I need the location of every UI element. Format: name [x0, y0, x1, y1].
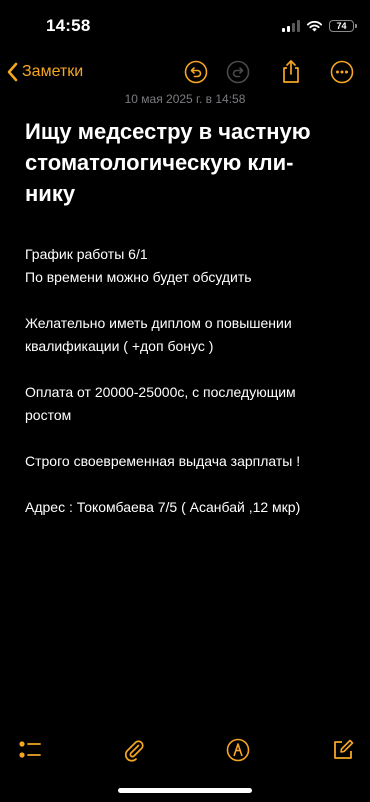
markup-pen-icon [226, 738, 250, 762]
note-body-blank-line [25, 427, 350, 450]
note-body-line: Желательно иметь диплом о повышении [25, 315, 292, 331]
more-button[interactable] [328, 58, 356, 86]
note-date: 10 мая 2025 г. в 14:58 [124, 92, 246, 106]
note-title[interactable]: Ищу медсестру в частную стоматологическу… [25, 116, 350, 209]
back-button[interactable]: Заметки [6, 58, 83, 86]
checklist-icon [19, 741, 41, 758]
navigation-bar: Заметки [0, 52, 370, 92]
undo-icon [184, 60, 208, 84]
note-body-blank-line [25, 289, 350, 312]
redo-button[interactable] [224, 58, 252, 86]
battery-level: 74 [336, 20, 347, 31]
status-time: 14:58 [46, 16, 91, 35]
cellular-signal-icon [282, 20, 300, 32]
share-icon [283, 60, 299, 83]
wifi-icon [306, 20, 323, 32]
note-body-line: ростом [25, 407, 72, 423]
note-body-line: График работы 6/1 [25, 246, 148, 262]
note-body-blank-line [25, 358, 350, 381]
note-body-line: квалификации ( +доп бонус ) [25, 338, 214, 354]
note-body-line: По времени можно будет обсудить [25, 269, 252, 285]
note-body-line: Оплата от 20000-25000с, с последующим [25, 384, 296, 400]
note-title-line: Ищу медсестру в частную [25, 119, 311, 144]
checklist-button[interactable] [16, 736, 44, 764]
battery-icon: 74 [329, 20, 357, 32]
undo-button[interactable] [182, 58, 210, 86]
status-icons: 74 [282, 18, 357, 34]
back-label: Заметки [22, 63, 84, 80]
note-body-line: Адрес : Токомбаева 7/5 ( Асанбай ,12 мкр… [25, 499, 301, 515]
redo-icon [226, 60, 250, 84]
note-title-line: нику [25, 181, 76, 206]
home-indicator[interactable] [118, 788, 252, 793]
share-button[interactable] [277, 58, 305, 86]
note-title-line: стоматологическую кли- [25, 150, 294, 175]
note-body-line: Строго своевременная выдача зарплаты ! [25, 453, 301, 469]
note-body-blank-line [25, 473, 350, 496]
status-bar: 14:58 74 [0, 0, 370, 52]
note-body[interactable]: График работы 6/1 По времени можно будет… [25, 243, 350, 519]
attachment-button[interactable] [120, 736, 148, 764]
compose-button[interactable] [329, 736, 357, 764]
chevron-left-icon [7, 62, 18, 82]
markup-button[interactable] [224, 736, 252, 764]
bottom-toolbar [0, 732, 370, 768]
more-icon [330, 60, 354, 84]
compose-icon [334, 739, 354, 759]
attachment-icon [124, 740, 144, 762]
